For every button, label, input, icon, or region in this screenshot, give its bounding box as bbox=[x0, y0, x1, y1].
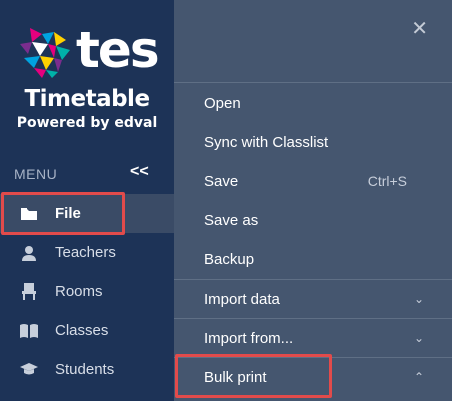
menu-item-label: Open bbox=[204, 94, 241, 112]
sidebar-item-label: Rooms bbox=[55, 283, 103, 300]
sidebar-item-label: Students bbox=[55, 361, 115, 378]
menu-item-import-data[interactable]: Import data ⌄ bbox=[174, 280, 452, 318]
menu-heading: MENU bbox=[14, 166, 58, 182]
menu-item-open[interactable]: Open bbox=[174, 84, 452, 122]
folder-icon bbox=[20, 205, 38, 223]
chevron-down-icon: ⌄ bbox=[413, 331, 424, 345]
divider bbox=[174, 82, 452, 83]
chevron-down-icon: ⌄ bbox=[413, 292, 424, 306]
sidebar-item-rooms[interactable]: Rooms bbox=[0, 272, 174, 311]
sidebar-item-teachers[interactable]: Teachers bbox=[0, 233, 174, 272]
menu-item-bulk-print[interactable]: Bulk print ⌃ bbox=[174, 358, 452, 396]
powered-by: Powered by edval bbox=[16, 115, 158, 131]
menu-item-label: Import data bbox=[204, 290, 280, 308]
sidebar-item-label: File bbox=[55, 205, 81, 222]
person-icon bbox=[20, 244, 38, 262]
chair-icon bbox=[20, 283, 38, 301]
product-name: Timetable bbox=[24, 86, 150, 112]
menu-item-import-from[interactable]: Import from... ⌄ bbox=[174, 319, 452, 357]
menu-item-save[interactable]: Save Ctrl+S bbox=[174, 162, 452, 200]
menu-item-backup[interactable]: Backup bbox=[174, 240, 452, 278]
menu-item-sync-classlist[interactable]: Sync with Classlist bbox=[174, 123, 452, 161]
collapse-sidebar-button[interactable]: << bbox=[130, 163, 149, 181]
menu-item-label: Bulk print bbox=[204, 368, 267, 386]
sidebar-item-label: Classes bbox=[55, 322, 109, 339]
logo-mosaic-icon bbox=[20, 28, 70, 78]
sidebar-item-file[interactable]: File bbox=[0, 194, 174, 233]
sidebar-item-classes[interactable]: Classes bbox=[0, 311, 174, 350]
book-icon bbox=[20, 322, 38, 340]
graduation-cap-icon bbox=[20, 361, 38, 379]
menu-item-label: Backup bbox=[204, 250, 255, 268]
menu-item-label: Sync with Classlist bbox=[204, 133, 329, 151]
tes-logo: tes bbox=[20, 21, 160, 82]
sidebar-item-label: Teachers bbox=[55, 244, 116, 261]
sidebar-item-students[interactable]: Students bbox=[0, 350, 174, 389]
close-icon[interactable]: ✕ bbox=[411, 16, 428, 41]
menu-item-label: Save bbox=[204, 172, 239, 190]
logo-text: tes bbox=[76, 21, 160, 79]
menu-item-save-as[interactable]: Save as bbox=[174, 201, 452, 239]
menu-item-label: Import from... bbox=[204, 329, 294, 347]
chevron-up-icon: ⌃ bbox=[413, 370, 424, 384]
shortcut-hint: Ctrl+S bbox=[367, 173, 407, 189]
menu-item-label: Save as bbox=[204, 211, 259, 229]
